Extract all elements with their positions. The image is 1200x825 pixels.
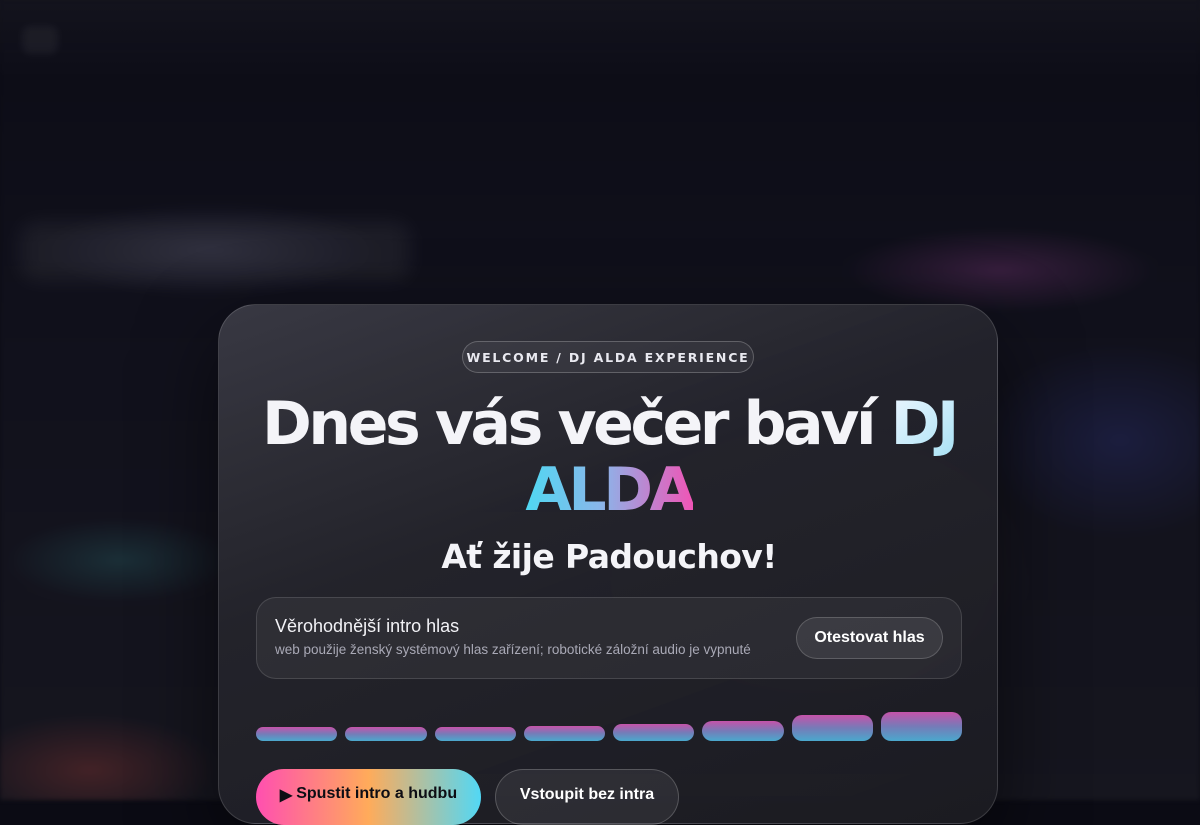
page-title: Dnes vás večer baví DJ ALDA [249,391,969,523]
equalizer-visualizer [256,705,962,745]
blurred-background-headline [20,222,410,280]
subtitle: Ať žije Padouchov! [441,537,777,576]
title-dj: DJ [890,389,960,459]
equalizer-bar [345,727,427,741]
start-intro-label: Spustit intro a hudbu [296,785,458,802]
test-voice-button[interactable]: Otestovat hlas [796,617,943,659]
equalizer-bar [256,727,338,741]
equalizer-bar [613,724,695,741]
equalizer-bar [880,712,962,741]
welcome-modal: WELCOME / DJ ALDA EXPERIENCE Dnes vás ve… [218,304,998,825]
blurred-navbar [0,0,1200,80]
equalizer-bar [434,727,516,741]
title-alda: ALDA [525,455,696,525]
welcome-badge: WELCOME / DJ ALDA EXPERIENCE [462,341,754,373]
start-intro-button[interactable]: ▶ Spustit intro a hudbu [256,769,481,825]
skip-intro-button[interactable]: Vstoupit bez intra [495,769,679,825]
equalizer-bar [791,715,873,741]
voice-title: Věrohodnější intro hlas [275,616,460,636]
voice-description: web použije ženský systémový hlas zaříze… [275,642,751,657]
equalizer-bar [523,726,605,741]
voice-settings-panel: Věrohodnější intro hlas web použije žens… [256,597,962,679]
equalizer-bar [702,721,784,741]
title-main: Dnes vás večer baví [262,389,891,459]
blurred-logo [22,26,58,54]
play-icon: ▶ [279,787,293,804]
